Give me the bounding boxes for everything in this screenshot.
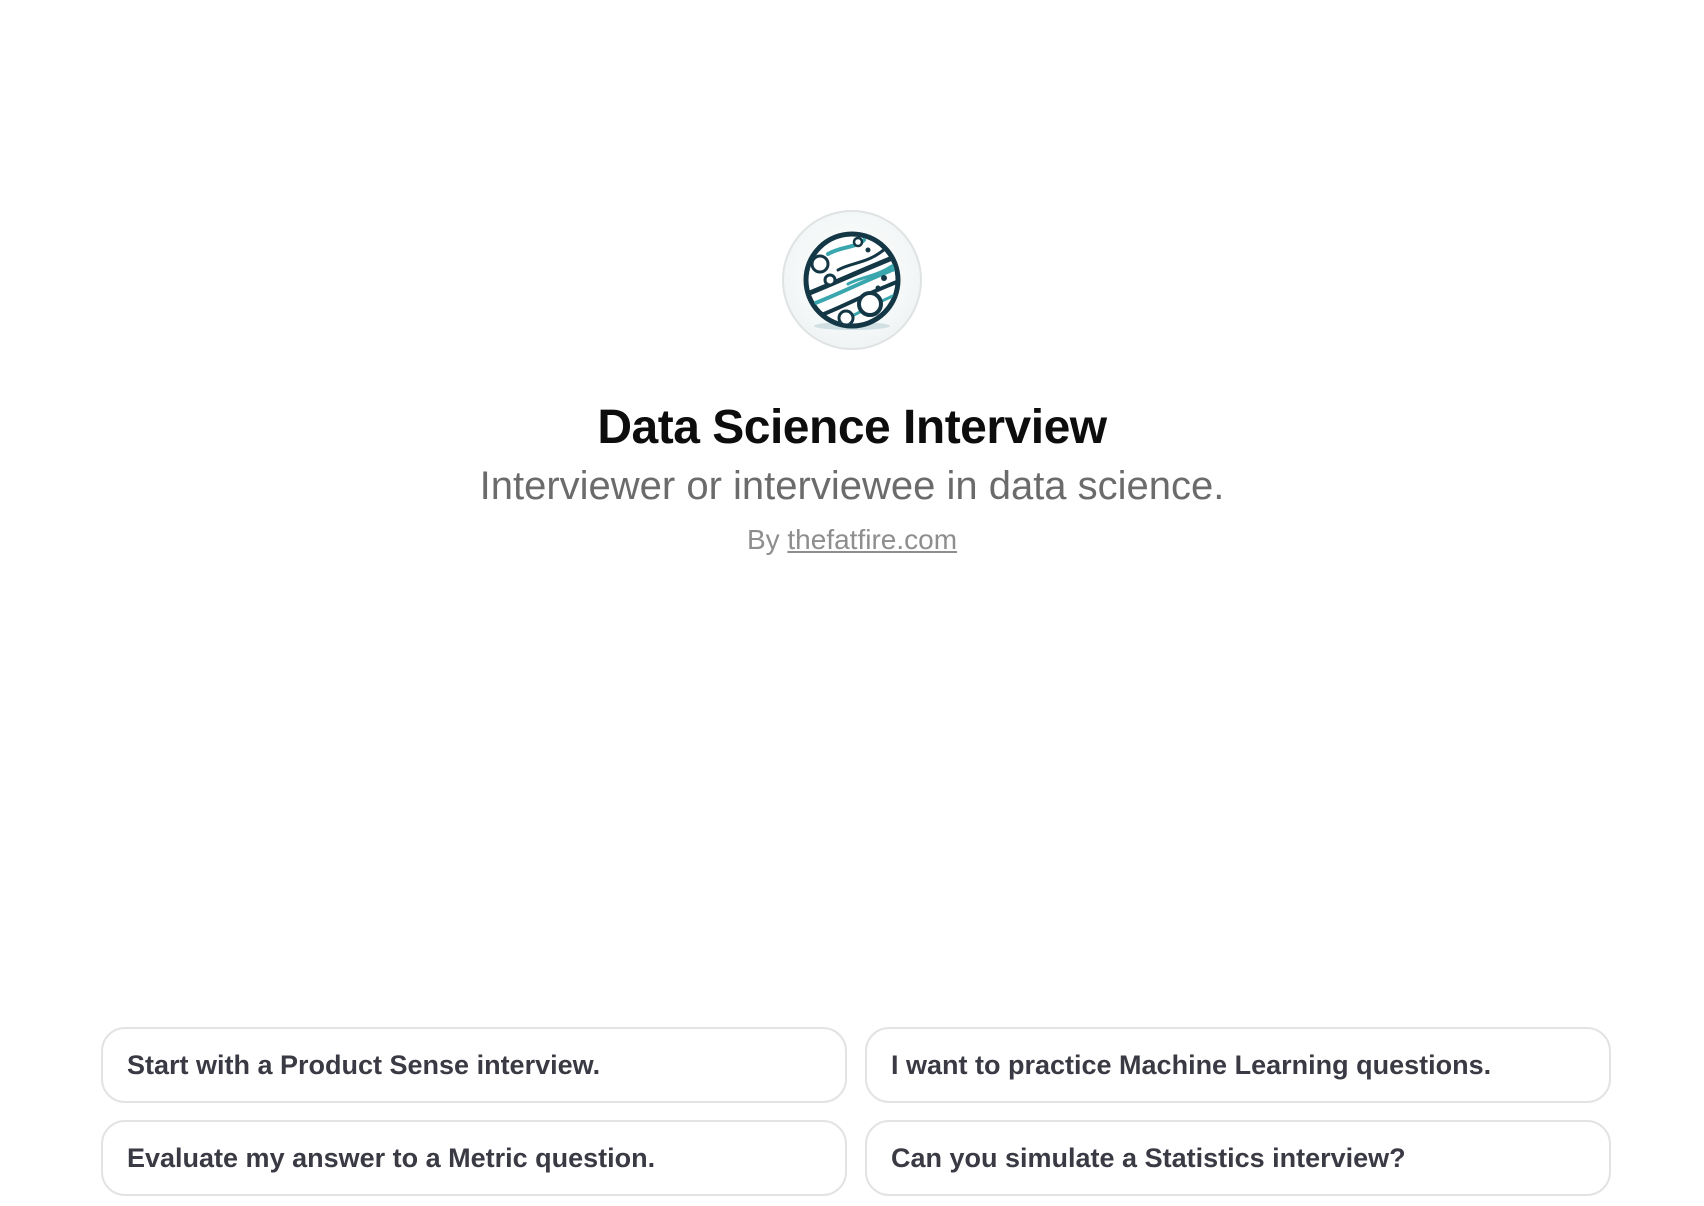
gpt-avatar xyxy=(782,210,922,350)
gpt-description: Interviewer or interviewee in data scien… xyxy=(479,464,1225,508)
starter-product-sense-button[interactable]: Start with a Product Sense interview. xyxy=(101,1027,847,1103)
starter-statistics-button[interactable]: Can you simulate a Statistics interview? xyxy=(865,1120,1611,1196)
gpt-title: Data Science Interview xyxy=(597,401,1107,454)
gpt-landing-page: Data Science Interview Interviewer or in… xyxy=(0,0,1704,1206)
author-link[interactable]: thefatfire.com xyxy=(787,524,957,555)
gpt-hero: Data Science Interview Interviewer or in… xyxy=(0,210,1704,558)
starter-metric-question-button[interactable]: Evaluate my answer to a Metric question. xyxy=(101,1120,847,1196)
starter-machine-learning-button[interactable]: I want to practice Machine Learning ques… xyxy=(865,1027,1611,1103)
by-label: By xyxy=(746,524,780,555)
conversation-starters: Start with a Product Sense interview. I … xyxy=(101,1027,1611,1196)
data-science-logo-icon xyxy=(803,231,901,330)
author-byline: By thefatfire.com xyxy=(747,522,957,558)
